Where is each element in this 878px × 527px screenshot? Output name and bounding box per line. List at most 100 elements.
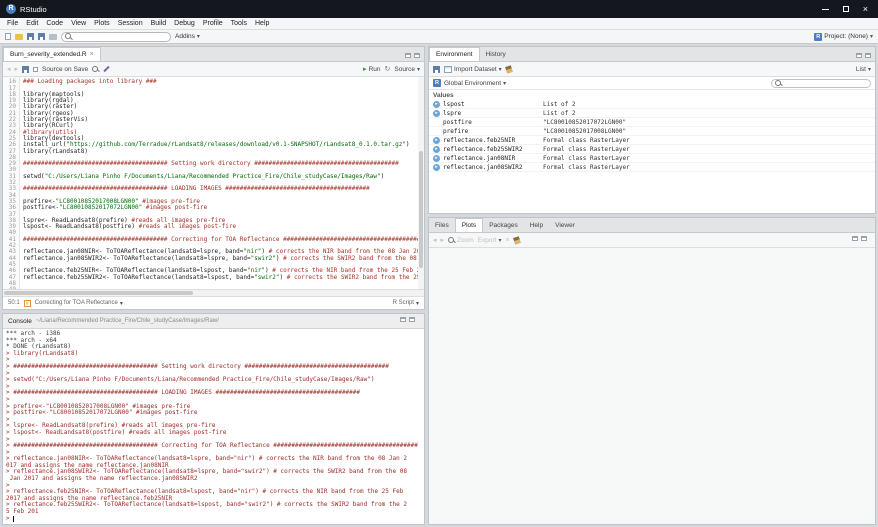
code-line[interactable]: 44reflectance.jan08SWIR2<- ToTOAReflecta… [3,256,424,262]
list-view-selector[interactable]: List [856,66,871,73]
zoom-button[interactable]: Zoom [448,237,474,244]
save-file-icon[interactable] [22,66,29,73]
menu-item-debug[interactable]: Debug [170,20,199,27]
env-row[interactable]: ▸lspostList of 2 [429,100,875,109]
source-button[interactable]: Source [394,66,420,73]
pane-minimize-icon[interactable] [856,53,862,58]
tab-viewer[interactable]: Viewer [549,218,581,232]
clear-environment-broom-icon[interactable] [505,65,513,74]
env-object-value: List of 2 [543,110,875,117]
menu-item-edit[interactable]: Edit [22,20,42,27]
expand-icon[interactable]: ▸ [433,164,440,171]
menu-item-plots[interactable]: Plots [90,20,114,27]
console-line: > postfire<-"LC80010852017072LGN00" #ima… [6,410,421,417]
code-line[interactable]: 47reflectance.feb25SWIR2<- ToTOAReflecta… [3,275,424,281]
project-label: Project: (None) [824,33,868,40]
pane-maximize-icon[interactable] [861,236,867,241]
find-replace-icon[interactable] [92,66,99,73]
editor-horizontal-scrollbar[interactable] [3,289,424,296]
expand-icon[interactable]: ▸ [433,110,440,117]
code-line[interactable]: 31setwd("C:/Users/Liana Pinho F/Document… [3,174,424,180]
chevron-down-icon [197,33,200,40]
code-line[interactable]: 41######################################… [3,237,424,243]
goto-file-field[interactable] [74,34,164,40]
remove-plot-icon[interactable]: × [505,237,509,244]
env-row[interactable]: ▸reflectance.jan08NIRFormal class Raster… [429,154,875,163]
pane-maximize-icon[interactable] [414,53,420,58]
menu-item-help[interactable]: Help [251,20,273,27]
section-navigator[interactable]: Correcting for TOA Reflectance [35,300,123,307]
editor-vertical-scrollbar[interactable] [418,77,424,289]
next-plot-icon[interactable]: ▸ [441,237,445,244]
previous-plot-icon[interactable]: ◂ [433,237,437,244]
chevron-down-icon [416,300,419,307]
source-pane: Burn_severity_extended.R ◂ ▸ Source on S… [2,46,425,310]
pane-minimize-icon[interactable] [405,53,411,58]
environment-search-box[interactable] [771,79,871,88]
pane-minimize-icon[interactable] [400,317,406,322]
tab-files[interactable]: Files [429,218,455,232]
expand-icon[interactable]: ▸ [433,155,440,162]
env-row[interactable]: prefire"LC80010852017008LGN00" [429,127,875,136]
env-row[interactable]: ▸lspreList of 2 [429,109,875,118]
goto-file-input[interactable] [61,32,171,42]
environment-search-input[interactable] [784,80,870,86]
menu-item-code[interactable]: Code [42,20,67,27]
menu-item-session[interactable]: Session [114,20,147,27]
env-row[interactable]: postfire"LC80010852017072LGN00" [429,118,875,127]
expand-icon[interactable]: ▸ [433,101,440,108]
export-button[interactable]: Export [478,237,502,244]
open-file-icon[interactable] [15,34,23,40]
addins-button[interactable]: Addins [175,33,200,40]
env-row[interactable]: ▸reflectance.feb25NIRFormal class Raster… [429,136,875,145]
maximize-button[interactable] [843,6,849,12]
menu-item-view[interactable]: View [67,20,90,27]
menu-item-file[interactable]: File [3,20,22,27]
run-button[interactable]: ▸ Run [363,66,380,73]
minimize-button[interactable] [822,9,829,10]
clear-all-plots-broom-icon[interactable] [513,236,521,245]
project-selector[interactable]: Project: (None) [814,33,873,41]
source-on-save-checkbox[interactable] [33,67,38,72]
forward-icon[interactable]: ▸ [15,66,19,73]
tab-history[interactable]: History [480,47,512,61]
save-icon[interactable] [27,33,34,40]
pane-maximize-icon[interactable] [865,53,871,58]
tab-plots[interactable]: Plots [455,218,483,232]
menu-item-profile[interactable]: Profile [199,20,227,27]
code-line[interactable]: 33######################################… [3,186,424,192]
new-file-icon[interactable] [5,33,11,40]
magic-wand-icon[interactable] [104,66,110,72]
env-object-value: Formal class RasterLayer [543,155,875,162]
back-icon[interactable]: ◂ [7,66,11,73]
expand-icon[interactable]: ▸ [433,146,440,153]
save-workspace-icon[interactable] [433,66,440,73]
rerun-icon[interactable]: ↻ [385,66,391,73]
close-button[interactable] [863,5,868,14]
pane-minimize-icon[interactable] [852,236,858,241]
save-all-icon[interactable] [38,33,45,40]
menu-item-build[interactable]: Build [147,20,171,27]
print-icon[interactable] [49,34,57,40]
menu-item-tools[interactable]: Tools [227,20,251,27]
pane-maximize-icon[interactable] [409,317,415,322]
close-tab-icon[interactable] [90,51,94,58]
code-editor[interactable]: 15######################################… [3,77,424,289]
tab-help[interactable]: Help [524,218,549,232]
file-type-selector[interactable]: R Script [393,300,419,307]
env-object-value: "LC80010852017008LGN00" [543,128,875,135]
tab-environment[interactable]: Environment [429,47,480,61]
env-row[interactable]: ▸reflectance.jan08SWIR2Formal class Rast… [429,163,875,172]
console-output[interactable]: *** arch - i386*** arch - x64* DONE (rLa… [3,329,424,524]
env-row[interactable]: ▸reflectance.feb25SWIR2Formal class Rast… [429,145,875,154]
environment-scope-row: Global Environment [429,77,875,90]
chevron-down-icon [498,237,501,244]
code-line[interactable]: 29######################################… [3,161,424,167]
code-text: ########################################… [20,237,424,243]
tab-packages[interactable]: Packages [483,218,524,232]
import-dataset-button[interactable]: Import Dataset [444,66,502,73]
code-text: lspost<- ReadLandsat8(postfire) #reads a… [20,224,236,230]
global-environment-selector[interactable]: Global Environment [444,80,506,87]
expand-icon[interactable]: ▸ [433,137,440,144]
source-tab[interactable]: Burn_severity_extended.R [3,47,101,61]
